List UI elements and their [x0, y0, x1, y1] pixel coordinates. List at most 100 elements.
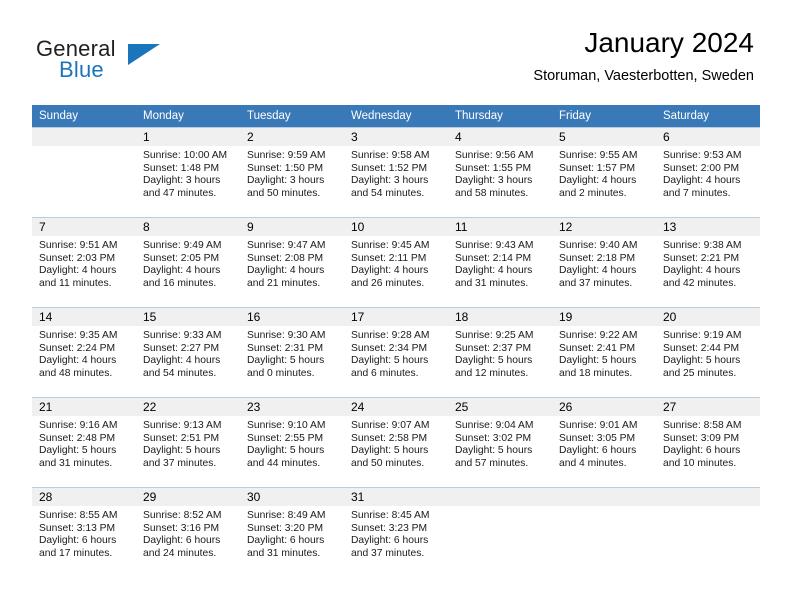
day-cell-inner: 3 Sunrise: 9:58 AM Sunset: 1:52 PM Daylight…	[344, 127, 448, 217]
sunrise-text: Sunrise: 9:16 AM	[39, 420, 118, 431]
calendar-day-cell[interactable]: 11 Sunrise: 9:43 AM Sunset: 2:14 PM Dayligh…	[448, 217, 552, 307]
calendar-day-cell[interactable]: 12 Sunrise: 9:40 AM Sunset: 2:18 PM Dayligh…	[552, 217, 656, 307]
sunrise-text: Sunrise: 9:30 AM	[247, 330, 326, 341]
day-number-bar	[552, 488, 656, 506]
day-details: Sunrise: 9:13 AM Sunset: 2:51 PM Daylight:…	[136, 416, 240, 471]
daylight-text: Daylight: 3 hours	[351, 175, 429, 187]
day-number-bar: 22	[136, 398, 240, 416]
sunrise-text: Sunrise: 9:28 AM	[351, 330, 430, 341]
calendar-day-cell[interactable]: 6 Sunrise: 9:53 AM Sunset: 2:00 PM Daylight…	[656, 127, 760, 217]
weekday-header-sunday: Sunday	[32, 105, 136, 127]
calendar-day-cell[interactable]: 24 Sunrise: 9:07 AM Sunset: 2:58 PM Dayligh…	[344, 397, 448, 487]
day-number: 5	[559, 130, 566, 144]
daylight-text: Daylight: 4 hours	[559, 175, 637, 187]
day-number-bar: 4	[448, 128, 552, 146]
sunset-text: Sunset: 1:48 PM	[143, 162, 220, 174]
daylight-text: and 54 minutes.	[351, 188, 425, 200]
calendar-day-cell[interactable]: 15 Sunrise: 9:33 AM Sunset: 2:27 PM Dayligh…	[136, 307, 240, 397]
weekday-header-monday: Monday	[136, 105, 240, 127]
day-details: Sunrise: 9:51 AM Sunset: 2:03 PM Daylight:…	[32, 236, 136, 291]
calendar-day-cell[interactable]: 29 Sunrise: 8:52 AM Sunset: 3:16 PM Dayligh…	[136, 487, 240, 577]
day-details	[32, 146, 136, 150]
daylight-text: and 24 minutes.	[143, 548, 217, 560]
day-number: 9	[247, 220, 254, 234]
sunrise-text: Sunrise: 9:56 AM	[455, 150, 534, 161]
sunrise-text: Sunrise: 9:38 AM	[663, 240, 742, 251]
day-number: 2	[247, 130, 254, 144]
calendar-day-cell[interactable]: 4 Sunrise: 9:56 AM Sunset: 1:55 PM Daylight…	[448, 127, 552, 217]
calendar-day-cell[interactable]: 19 Sunrise: 9:22 AM Sunset: 2:41 PM Dayligh…	[552, 307, 656, 397]
calendar-day-cell[interactable]: 28 Sunrise: 8:55 AM Sunset: 3:13 PM Dayligh…	[32, 487, 136, 577]
day-details: Sunrise: 8:55 AM Sunset: 3:13 PM Daylight:…	[32, 506, 136, 561]
day-number: 1	[143, 130, 150, 144]
calendar-day-cell[interactable]: 21 Sunrise: 9:16 AM Sunset: 2:48 PM Dayligh…	[32, 397, 136, 487]
sunrise-text: Sunrise: 9:55 AM	[559, 150, 638, 161]
calendar-day-cell[interactable]: 5 Sunrise: 9:55 AM Sunset: 1:57 PM Daylight…	[552, 127, 656, 217]
sunset-text: Sunset: 2:03 PM	[39, 252, 116, 264]
calendar-day-cell[interactable]: 18 Sunrise: 9:25 AM Sunset: 2:37 PM Dayligh…	[448, 307, 552, 397]
daylight-text: and 37 minutes.	[143, 458, 217, 470]
sunset-text: Sunset: 3:09 PM	[663, 432, 740, 444]
day-number: 22	[143, 400, 157, 414]
calendar-day-cell[interactable]: 31 Sunrise: 8:45 AM Sunset: 3:23 PM Dayligh…	[344, 487, 448, 577]
calendar-day-cell[interactable]: 1 Sunrise: 10:00 AM Sunset: 1:48 PM Dayligh…	[136, 127, 240, 217]
daylight-text: and 7 minutes.	[663, 188, 731, 200]
daylight-text: and 25 minutes.	[663, 368, 737, 380]
daylight-text: Daylight: 3 hours	[455, 175, 533, 187]
daylight-text: Daylight: 6 hours	[351, 535, 429, 547]
day-cell-inner: 12 Sunrise: 9:40 AM Sunset: 2:18 PM Dayligh…	[552, 217, 656, 307]
daylight-text: and 31 minutes.	[247, 548, 321, 560]
daylight-text: Daylight: 5 hours	[39, 445, 117, 457]
calendar-day-cell[interactable]: 8 Sunrise: 9:49 AM Sunset: 2:05 PM Daylight…	[136, 217, 240, 307]
calendar-day-cell[interactable]: 17 Sunrise: 9:28 AM Sunset: 2:34 PM Dayligh…	[344, 307, 448, 397]
calendar-day-cell[interactable]: 27 Sunrise: 8:58 AM Sunset: 3:09 PM Dayligh…	[656, 397, 760, 487]
calendar-table: Sunday Monday Tuesday Wednesday Thursday…	[32, 105, 760, 577]
day-number: 25	[455, 400, 469, 414]
day-details: Sunrise: 8:58 AM Sunset: 3:09 PM Daylight:…	[656, 416, 760, 471]
day-number: 30	[247, 490, 261, 504]
daylight-text: Daylight: 4 hours	[455, 265, 533, 277]
calendar-day-cell[interactable]: 20 Sunrise: 9:19 AM Sunset: 2:44 PM Dayligh…	[656, 307, 760, 397]
day-details	[448, 506, 552, 510]
day-details: Sunrise: 9:47 AM Sunset: 2:08 PM Daylight:…	[240, 236, 344, 291]
sunset-text: Sunset: 2:31 PM	[247, 342, 324, 354]
calendar-day-cell[interactable]: 9 Sunrise: 9:47 AM Sunset: 2:08 PM Daylight…	[240, 217, 344, 307]
calendar-day-cell[interactable]: 23 Sunrise: 9:10 AM Sunset: 2:55 PM Dayligh…	[240, 397, 344, 487]
daylight-text: Daylight: 5 hours	[455, 355, 533, 367]
calendar-day-cell[interactable]: 14 Sunrise: 9:35 AM Sunset: 2:24 PM Dayligh…	[32, 307, 136, 397]
day-cell-inner: 22 Sunrise: 9:13 AM Sunset: 2:51 PM Dayligh…	[136, 397, 240, 487]
sunset-text: Sunset: 2:37 PM	[455, 342, 532, 354]
day-details: Sunrise: 10:00 AM Sunset: 1:48 PM Daylight…	[136, 146, 240, 201]
day-number-bar: 18	[448, 308, 552, 326]
calendar-day-cell[interactable]: 25 Sunrise: 9:04 AM Sunset: 3:02 PM Dayligh…	[448, 397, 552, 487]
calendar-day-cell[interactable]: 2 Sunrise: 9:59 AM Sunset: 1:50 PM Daylight…	[240, 127, 344, 217]
sunrise-text: Sunrise: 8:52 AM	[143, 510, 222, 521]
calendar-day-cell[interactable]: 22 Sunrise: 9:13 AM Sunset: 2:51 PM Dayligh…	[136, 397, 240, 487]
day-number-bar: 15	[136, 308, 240, 326]
sunrise-text: Sunrise: 9:35 AM	[39, 330, 118, 341]
calendar-day-cell[interactable]: 26 Sunrise: 9:01 AM Sunset: 3:05 PM Dayligh…	[552, 397, 656, 487]
day-cell-inner: 14 Sunrise: 9:35 AM Sunset: 2:24 PM Dayligh…	[32, 307, 136, 397]
calendar-day-cell[interactable]: 13 Sunrise: 9:38 AM Sunset: 2:21 PM Dayligh…	[656, 217, 760, 307]
sunrise-text: Sunrise: 9:25 AM	[455, 330, 534, 341]
calendar-day-cell[interactable]: 16 Sunrise: 9:30 AM Sunset: 2:31 PM Dayligh…	[240, 307, 344, 397]
sunrise-text: Sunrise: 10:00 AM	[143, 150, 228, 161]
day-details: Sunrise: 9:30 AM Sunset: 2:31 PM Daylight:…	[240, 326, 344, 381]
day-number: 15	[143, 310, 157, 324]
calendar-day-cell[interactable]: 3 Sunrise: 9:58 AM Sunset: 1:52 PM Daylight…	[344, 127, 448, 217]
daylight-text: Daylight: 5 hours	[247, 445, 325, 457]
daylight-text: and 4 minutes.	[559, 458, 627, 470]
calendar-day-cell[interactable]: 30 Sunrise: 8:49 AM Sunset: 3:20 PM Dayligh…	[240, 487, 344, 577]
day-number-bar: 1	[136, 128, 240, 146]
day-number-bar: 24	[344, 398, 448, 416]
daylight-text: Daylight: 5 hours	[455, 445, 533, 457]
day-number-bar: 30	[240, 488, 344, 506]
day-number-bar: 11	[448, 218, 552, 236]
day-details	[552, 506, 656, 510]
day-cell-inner: 24 Sunrise: 9:07 AM Sunset: 2:58 PM Dayligh…	[344, 397, 448, 487]
day-number-bar: 9	[240, 218, 344, 236]
calendar-day-cell[interactable]: 10 Sunrise: 9:45 AM Sunset: 2:11 PM Dayligh…	[344, 217, 448, 307]
day-details: Sunrise: 9:43 AM Sunset: 2:14 PM Daylight:…	[448, 236, 552, 291]
calendar-day-cell[interactable]: 7 Sunrise: 9:51 AM Sunset: 2:03 PM Daylight…	[32, 217, 136, 307]
day-number-bar	[656, 488, 760, 506]
